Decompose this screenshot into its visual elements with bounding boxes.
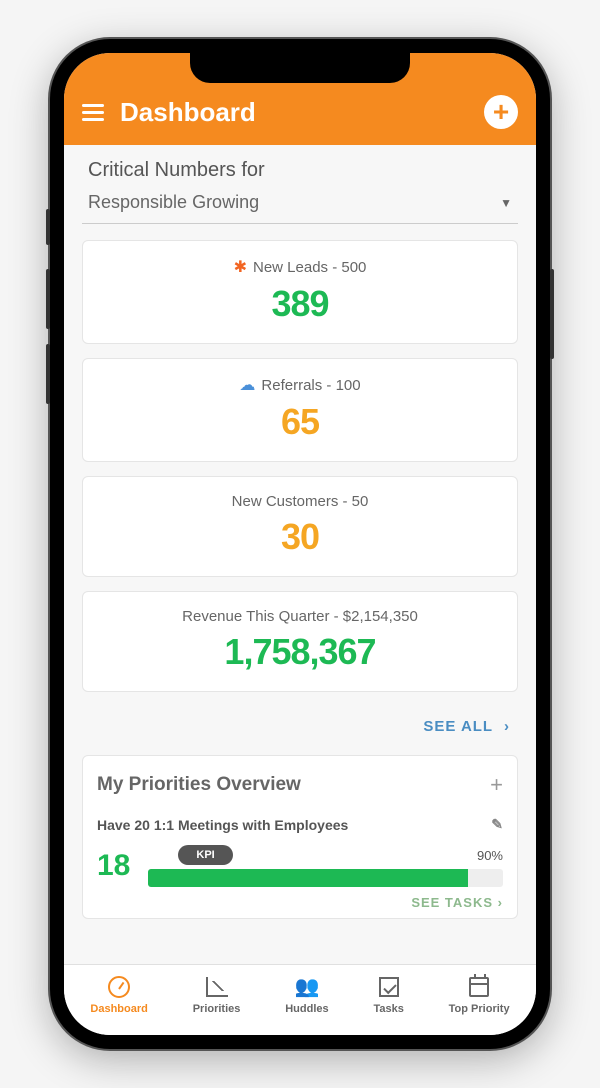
priority-item-header: Have 20 1:1 Meetings with Employees ✎ — [97, 816, 503, 833]
kpi-badge: KPI — [178, 845, 232, 865]
nav-tasks[interactable]: Tasks — [373, 975, 403, 1015]
kpi-row: KPI 90% — [148, 845, 503, 865]
menu-icon[interactable] — [82, 104, 104, 121]
add-priority-button[interactable]: + — [490, 772, 503, 798]
calendar-icon — [467, 975, 491, 999]
metric-value: 65 — [95, 401, 505, 443]
cloud-icon: ☁ — [239, 375, 255, 395]
dropdown-selected: Responsible Growing — [88, 192, 259, 213]
metric-card[interactable]: ✱ New Leads - 500 389 — [82, 240, 518, 344]
scope-dropdown[interactable]: Responsible Growing ▼ — [82, 186, 518, 224]
metric-label: Revenue This Quarter - $2,154,350 — [95, 608, 505, 625]
priorities-header: My Priorities Overview + — [97, 772, 503, 798]
nav-priorities[interactable]: Priorities — [193, 975, 241, 1015]
metric-card[interactable]: ☁ Referrals - 100 65 — [82, 358, 518, 462]
phone-notch — [190, 53, 410, 83]
metric-label: New Customers - 50 — [95, 493, 505, 510]
critical-numbers-title: Critical Numbers for — [82, 159, 518, 182]
progress-fill — [148, 869, 467, 887]
chevron-down-icon: ▼ — [500, 196, 512, 210]
progress-bar — [148, 869, 503, 887]
priority-body: 18 KPI 90% — [97, 845, 503, 887]
phone-frame: Dashboard + Critical Numbers for Respons… — [50, 39, 550, 1049]
nav-dashboard[interactable]: Dashboard — [90, 975, 147, 1015]
priority-label: Have 20 1:1 Meetings with Employees — [97, 817, 348, 833]
priorities-title: My Priorities Overview — [97, 774, 301, 796]
phone-screen: Dashboard + Critical Numbers for Respons… — [64, 53, 536, 1035]
side-button — [46, 269, 50, 329]
nav-huddles[interactable]: 👥 Huddles — [285, 975, 328, 1015]
priorities-card: My Priorities Overview + Have 20 1:1 Mee… — [82, 755, 518, 919]
see-all-link[interactable]: SEE ALL › — [82, 706, 518, 755]
dashboard-icon — [107, 975, 131, 999]
see-tasks-link[interactable]: SEE TASKS › — [97, 895, 503, 910]
add-button[interactable]: + — [484, 95, 518, 129]
metric-label: ✱ New Leads - 500 — [95, 257, 505, 277]
chevron-right-icon: › — [498, 895, 503, 910]
nav-top-priority[interactable]: Top Priority — [449, 975, 510, 1015]
metric-card[interactable]: New Customers - 50 30 — [82, 476, 518, 577]
progress-wrap: KPI 90% — [148, 845, 503, 887]
content-area: Critical Numbers for Responsible Growing… — [64, 145, 536, 964]
chevron-right-icon: › — [504, 718, 510, 735]
edit-icon[interactable]: ✎ — [491, 816, 503, 833]
metric-value: 30 — [95, 516, 505, 558]
progress-percent: 90% — [477, 848, 503, 863]
page-title: Dashboard — [120, 97, 256, 128]
checkbox-icon — [377, 975, 401, 999]
metric-value: 1,758,367 — [95, 631, 505, 673]
metric-value: 389 — [95, 283, 505, 325]
bottom-nav: Dashboard Priorities 👥 Huddles Tasks Top… — [64, 964, 536, 1035]
people-icon: 👥 — [295, 975, 319, 999]
side-button — [46, 344, 50, 404]
side-button — [550, 269, 554, 359]
burst-icon: ✱ — [234, 257, 247, 277]
metric-label: ☁ Referrals - 100 — [95, 375, 505, 395]
chart-icon — [205, 975, 229, 999]
metric-card[interactable]: Revenue This Quarter - $2,154,350 1,758,… — [82, 591, 518, 692]
header-left: Dashboard — [82, 97, 256, 128]
side-button — [46, 209, 50, 245]
priority-value: 18 — [97, 849, 130, 883]
